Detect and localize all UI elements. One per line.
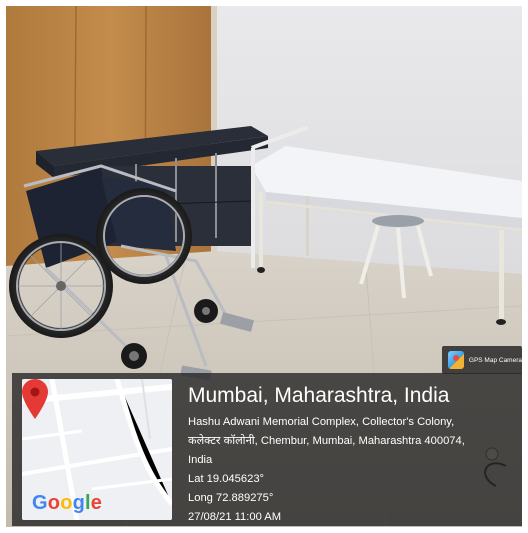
latitude: Lat 19.045623° — [188, 473, 265, 485]
address-line-1: Hashu Adwani Memorial Complex, Collector… — [188, 416, 455, 428]
gps-map-camera-app-icon — [448, 351, 464, 369]
location-pin-icon — [22, 379, 48, 419]
badge-label: GPS Map Camera — [468, 356, 522, 364]
google-logo: Google — [32, 492, 102, 515]
google-logo-letter: G — [32, 492, 48, 514]
address-line-2: कलेक्टर कॉलोनी, Chembur, Mumbai, Maharas… — [188, 435, 465, 447]
location-title: Mumbai, Maharashtra, India — [188, 384, 450, 407]
location-overlay: Google Mumbai, Maharashtra, India Hashu … — [12, 373, 522, 526]
timestamp: 27/08/21 11:00 AM — [188, 511, 282, 523]
map-thumbnail: Google — [22, 379, 172, 520]
google-logo-letter: o — [60, 492, 73, 514]
google-logo-letter: o — [47, 492, 61, 514]
address-line-3: India — [188, 454, 213, 466]
gps-map-camera-badge: GPS Map Camera — [442, 346, 522, 374]
location-info: Mumbai, Maharashtra, India Hashu Adwani … — [188, 383, 518, 527]
photo-frame: GPS Map Camera Google Mumbai, Maharashtr… — [6, 6, 522, 527]
longitude: Long 72.889275° — [188, 492, 274, 504]
google-logo-letter: e — [90, 492, 103, 514]
google-logo-letter: g — [72, 492, 86, 514]
